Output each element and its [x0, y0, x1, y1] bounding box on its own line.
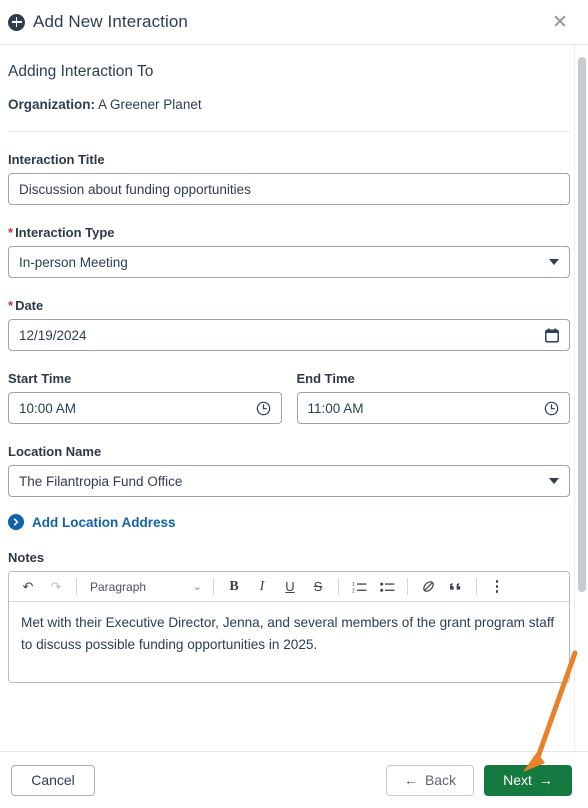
next-button[interactable]: Next → — [484, 764, 572, 796]
arrow-right-icon: → — [538, 772, 553, 788]
field-notes: Notes ↶ ↷ Paragraph ⌄ B I U S 1 2 Met wi… — [8, 550, 570, 683]
date-input[interactable]: 12/19/2024 — [8, 319, 570, 351]
field-interaction-type: * Interaction Type In-person Meeting — [8, 225, 570, 278]
field-date: * Date 12/19/2024 — [8, 298, 570, 351]
time-row: Start Time 10:00 AM End Time 11:00 AM — [8, 371, 570, 424]
end-time-input[interactable]: 11:00 AM — [296, 392, 570, 424]
date-label-text: Date — [15, 298, 44, 313]
chevron-down-icon — [549, 259, 559, 265]
interaction-type-select[interactable]: In-person Meeting — [8, 246, 570, 278]
clock-icon[interactable] — [544, 401, 559, 416]
undo-icon[interactable]: ↶ — [15, 575, 41, 599]
scrollbar-track[interactable] — [574, 45, 588, 751]
modal-header: Add New Interaction ✕ — [0, 0, 588, 45]
location-name-label: Location Name — [8, 444, 102, 459]
ordered-list-icon[interactable]: 1 2 — [346, 575, 372, 599]
notes-label: Notes — [8, 550, 45, 565]
interaction-type-label-text: Interaction Type — [15, 225, 115, 240]
back-button-label: Back — [424, 772, 457, 788]
start-time-value: 10:00 AM — [19, 400, 77, 416]
italic-icon[interactable]: I — [249, 575, 275, 599]
bullet-list-icon[interactable] — [374, 575, 400, 599]
interaction-title-value: Discussion about funding opportunities — [19, 181, 251, 197]
svg-text:1: 1 — [352, 582, 355, 588]
section-title: Adding Interaction To — [8, 63, 154, 80]
form-container: Adding Interaction To Organization: A Gr… — [0, 45, 588, 687]
blockquote-icon[interactable] — [443, 575, 469, 599]
organization-label: Organization: — [8, 97, 95, 112]
modal-footer: Cancel ← Back Next → — [0, 751, 588, 808]
chevron-down-icon — [549, 478, 559, 484]
link-icon[interactable] — [415, 575, 441, 599]
field-end-time: End Time 11:00 AM — [296, 371, 570, 424]
more-options-icon[interactable] — [484, 575, 510, 599]
redo-icon[interactable]: ↷ — [43, 575, 69, 599]
block-format-value: Paragraph — [90, 579, 147, 594]
start-time-input[interactable]: 10:00 AM — [8, 392, 282, 424]
editor-toolbar: ↶ ↷ Paragraph ⌄ B I U S 1 2 — [9, 572, 569, 602]
toolbar-divider — [476, 578, 477, 595]
chevron-down-icon: ⌄ — [192, 581, 202, 593]
date-value: 12/19/2024 — [19, 327, 87, 343]
toolbar-divider — [338, 578, 339, 595]
location-name-select[interactable]: The Filantropia Fund Office — [8, 465, 570, 497]
organization-value: A Greener Planet — [98, 97, 202, 112]
add-location-address-label: Add Location Address — [32, 514, 176, 530]
block-format-select[interactable]: Paragraph ⌄ — [84, 575, 206, 599]
field-interaction-title: Interaction Title Discussion about fundi… — [8, 152, 570, 205]
chevron-right-circle-icon — [8, 514, 24, 530]
interaction-type-value: In-person Meeting — [19, 254, 128, 270]
date-label: * Date — [8, 298, 570, 313]
notes-content[interactable]: Met with their Executive Director, Jenna… — [9, 602, 569, 682]
interaction-type-label: * Interaction Type — [8, 225, 570, 240]
end-time-label: End Time — [296, 371, 355, 386]
required-asterisk: * — [8, 225, 14, 240]
toolbar-divider — [213, 578, 214, 595]
svg-text:2: 2 — [352, 588, 355, 593]
toolbar-divider — [76, 578, 77, 595]
clock-icon[interactable] — [256, 401, 271, 416]
close-icon[interactable]: ✕ — [548, 10, 572, 34]
bold-icon[interactable]: B — [221, 575, 247, 599]
modal-title-group: Add New Interaction — [8, 12, 548, 32]
modal-body: Adding Interaction To Organization: A Gr… — [0, 45, 588, 751]
interaction-title-label: Interaction Title — [8, 152, 105, 167]
end-time-value: 11:00 AM — [307, 400, 364, 416]
toolbar-divider — [407, 578, 408, 595]
next-button-label: Next — [503, 772, 532, 788]
scrollbar-thumb[interactable] — [578, 57, 586, 592]
add-interaction-modal: Add New Interaction ✕ Adding Interaction… — [0, 0, 588, 808]
field-start-time: Start Time 10:00 AM — [8, 371, 282, 424]
organization-line: Organization: A Greener Planet — [8, 97, 570, 112]
arrow-left-icon: ← — [403, 772, 418, 788]
underline-icon[interactable]: U — [277, 575, 303, 599]
back-button[interactable]: ← Back — [386, 764, 474, 796]
footer-actions: ← Back Next → — [386, 764, 572, 796]
plus-circle-icon — [8, 13, 25, 31]
strikethrough-icon[interactable]: S — [305, 575, 331, 599]
interaction-title-input[interactable]: Discussion about funding opportunities — [8, 173, 570, 205]
notes-editor: ↶ ↷ Paragraph ⌄ B I U S 1 2 Met with the… — [8, 571, 570, 683]
location-name-value: The Filantropia Fund Office — [19, 473, 183, 489]
page-title: Add New Interaction — [33, 12, 188, 31]
add-location-address-link[interactable]: Add Location Address — [8, 514, 570, 530]
required-asterisk: * — [8, 298, 14, 313]
start-time-label: Start Time — [8, 371, 72, 386]
field-location-name: Location Name The Filantropia Fund Offic… — [8, 444, 570, 497]
calendar-icon[interactable] — [545, 327, 559, 343]
cancel-button[interactable]: Cancel — [11, 764, 95, 796]
header-divider — [8, 131, 570, 132]
